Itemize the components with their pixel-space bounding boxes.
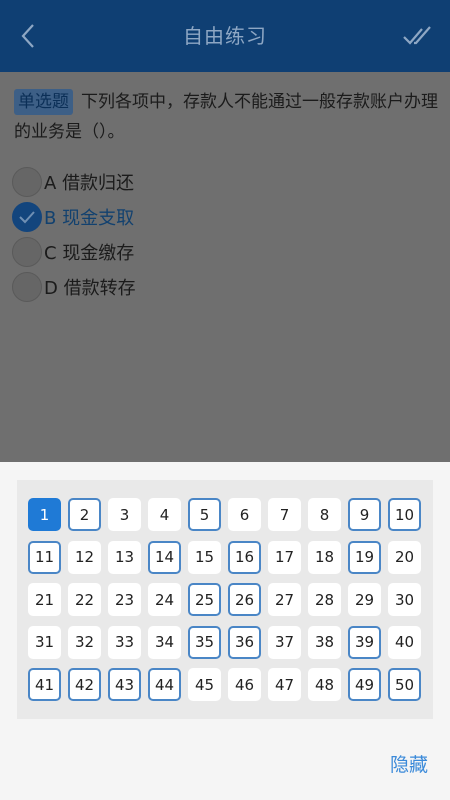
option-letter: D xyxy=(44,277,58,299)
question-number-cell[interactable]: 23 xyxy=(108,583,141,616)
question-number-cell[interactable]: 2 xyxy=(68,498,101,531)
option-b[interactable]: B 现金支取 xyxy=(12,199,136,234)
submit-button[interactable] xyxy=(400,18,440,54)
question-number-cell[interactable]: 15 xyxy=(188,540,221,574)
question-number-cell[interactable]: 22 xyxy=(68,583,101,616)
question-number-cell[interactable]: 28 xyxy=(308,583,341,616)
question-number-cell[interactable]: 4 xyxy=(148,498,181,531)
question-number-cell[interactable]: 3 xyxy=(108,498,141,531)
question-number-cell[interactable]: 37 xyxy=(268,625,301,659)
question-type-tag: 单选题 xyxy=(14,89,73,115)
option-label: 现金缴存 xyxy=(62,242,135,264)
page-title: 自由练习 xyxy=(183,24,267,48)
question-number-cell[interactable]: 18 xyxy=(308,540,341,574)
option-label: 借款转存 xyxy=(63,277,136,299)
question-number-cell[interactable]: 31 xyxy=(28,625,61,659)
question-number-cell[interactable]: 20 xyxy=(388,540,421,574)
radio-icon xyxy=(12,166,42,197)
double-check-icon xyxy=(403,26,431,45)
question-number-cell[interactable]: 46 xyxy=(228,668,261,701)
question-number-cell[interactable]: 11 xyxy=(28,540,61,574)
question-number-cell[interactable]: 35 xyxy=(188,625,221,659)
radio-checked-icon xyxy=(12,201,42,232)
question-number-cell[interactable]: 13 xyxy=(108,540,141,574)
question-area: 单选题 下列各项中，存款人不能通过一般存款账户办理的业务是（）。 A 借款归还 B … xyxy=(0,72,450,462)
question-number-cell[interactable]: 38 xyxy=(308,625,341,659)
top-bar: 自由练习 xyxy=(0,0,450,72)
question-number-cell[interactable]: 29 xyxy=(348,583,381,616)
question-number-cell[interactable]: 24 xyxy=(148,583,181,616)
checkmark-icon xyxy=(19,210,35,223)
question-number-cell[interactable]: 12 xyxy=(68,540,101,574)
question-number-cell[interactable]: 1 xyxy=(28,498,61,531)
option-c[interactable]: C 现金缴存 xyxy=(12,234,136,269)
question-number-cell[interactable]: 34 xyxy=(148,625,181,659)
question-number-cell[interactable]: 44 xyxy=(148,668,181,701)
question-number-cell[interactable]: 6 xyxy=(228,498,261,531)
radio-icon xyxy=(12,271,42,302)
option-label: 现金支取 xyxy=(62,207,135,229)
question-number-cell[interactable]: 16 xyxy=(228,540,261,574)
question-number-cell[interactable]: 8 xyxy=(308,498,341,531)
question-number-cell[interactable]: 40 xyxy=(388,625,421,659)
answer-sheet-panel: 1 2 3 4 5 6 7 8 9 10 11 12 13 14 15 16 17 18 19 20 21 22 23 24 2… xyxy=(0,462,450,800)
hide-button[interactable]: 隐藏 xyxy=(390,750,428,777)
question-number-cell[interactable]: 41 xyxy=(28,668,61,701)
question-stem: 下列各项中，存款人不能通过一般存款账户办理的业务是（）。 xyxy=(14,92,438,142)
option-letter: B xyxy=(44,207,57,229)
question-number-cell[interactable]: 26 xyxy=(228,583,261,616)
question-number-cell[interactable]: 36 xyxy=(228,625,261,659)
options-list: A 借款归还 B 现金支取 C 现金缴存 D 借款转存 xyxy=(12,164,136,304)
question-number-cell[interactable]: 39 xyxy=(348,625,381,659)
question-number-cell[interactable]: 27 xyxy=(268,583,301,616)
question-number-cell[interactable]: 25 xyxy=(188,583,221,616)
question-number-cell[interactable]: 43 xyxy=(108,668,141,701)
option-d[interactable]: D 借款转存 xyxy=(12,269,136,304)
question-number-cell[interactable]: 9 xyxy=(348,498,381,531)
option-letter: A xyxy=(44,172,57,194)
question-number-grid: 1 2 3 4 5 6 7 8 9 10 11 12 13 14 15 16 17 18 19 20 21 22 23 24 2… xyxy=(17,480,433,719)
question-number-cell[interactable]: 49 xyxy=(348,668,381,701)
option-label: 借款归还 xyxy=(62,172,135,194)
question-text-block: 单选题 下列各项中，存款人不能通过一般存款账户办理的业务是（）。 xyxy=(14,87,439,147)
question-number-cell[interactable]: 17 xyxy=(268,540,301,574)
question-number-cell[interactable]: 32 xyxy=(68,625,101,659)
question-number-cell[interactable]: 50 xyxy=(388,668,421,701)
option-letter: C xyxy=(44,242,57,264)
question-number-cell[interactable]: 42 xyxy=(68,668,101,701)
question-number-cell[interactable]: 10 xyxy=(388,498,421,531)
question-number-cell[interactable]: 45 xyxy=(188,668,221,701)
option-text: A 借款归还 xyxy=(44,169,134,195)
question-number-cell[interactable]: 21 xyxy=(28,583,61,616)
question-number-cell[interactable]: 14 xyxy=(148,540,181,574)
question-number-cell[interactable]: 48 xyxy=(308,668,341,701)
option-text: C 现金缴存 xyxy=(44,239,134,265)
question-number-cell[interactable]: 19 xyxy=(348,540,381,574)
question-number-cell[interactable]: 7 xyxy=(268,498,301,531)
radio-icon xyxy=(12,236,42,267)
option-text: B 现金支取 xyxy=(44,204,134,230)
question-number-cell[interactable]: 33 xyxy=(108,625,141,659)
question-number-cell[interactable]: 30 xyxy=(388,583,421,616)
question-number-cell[interactable]: 47 xyxy=(268,668,301,701)
question-number-cell[interactable]: 5 xyxy=(188,498,221,531)
option-text: D 借款转存 xyxy=(44,274,136,300)
option-a[interactable]: A 借款归还 xyxy=(12,164,136,199)
